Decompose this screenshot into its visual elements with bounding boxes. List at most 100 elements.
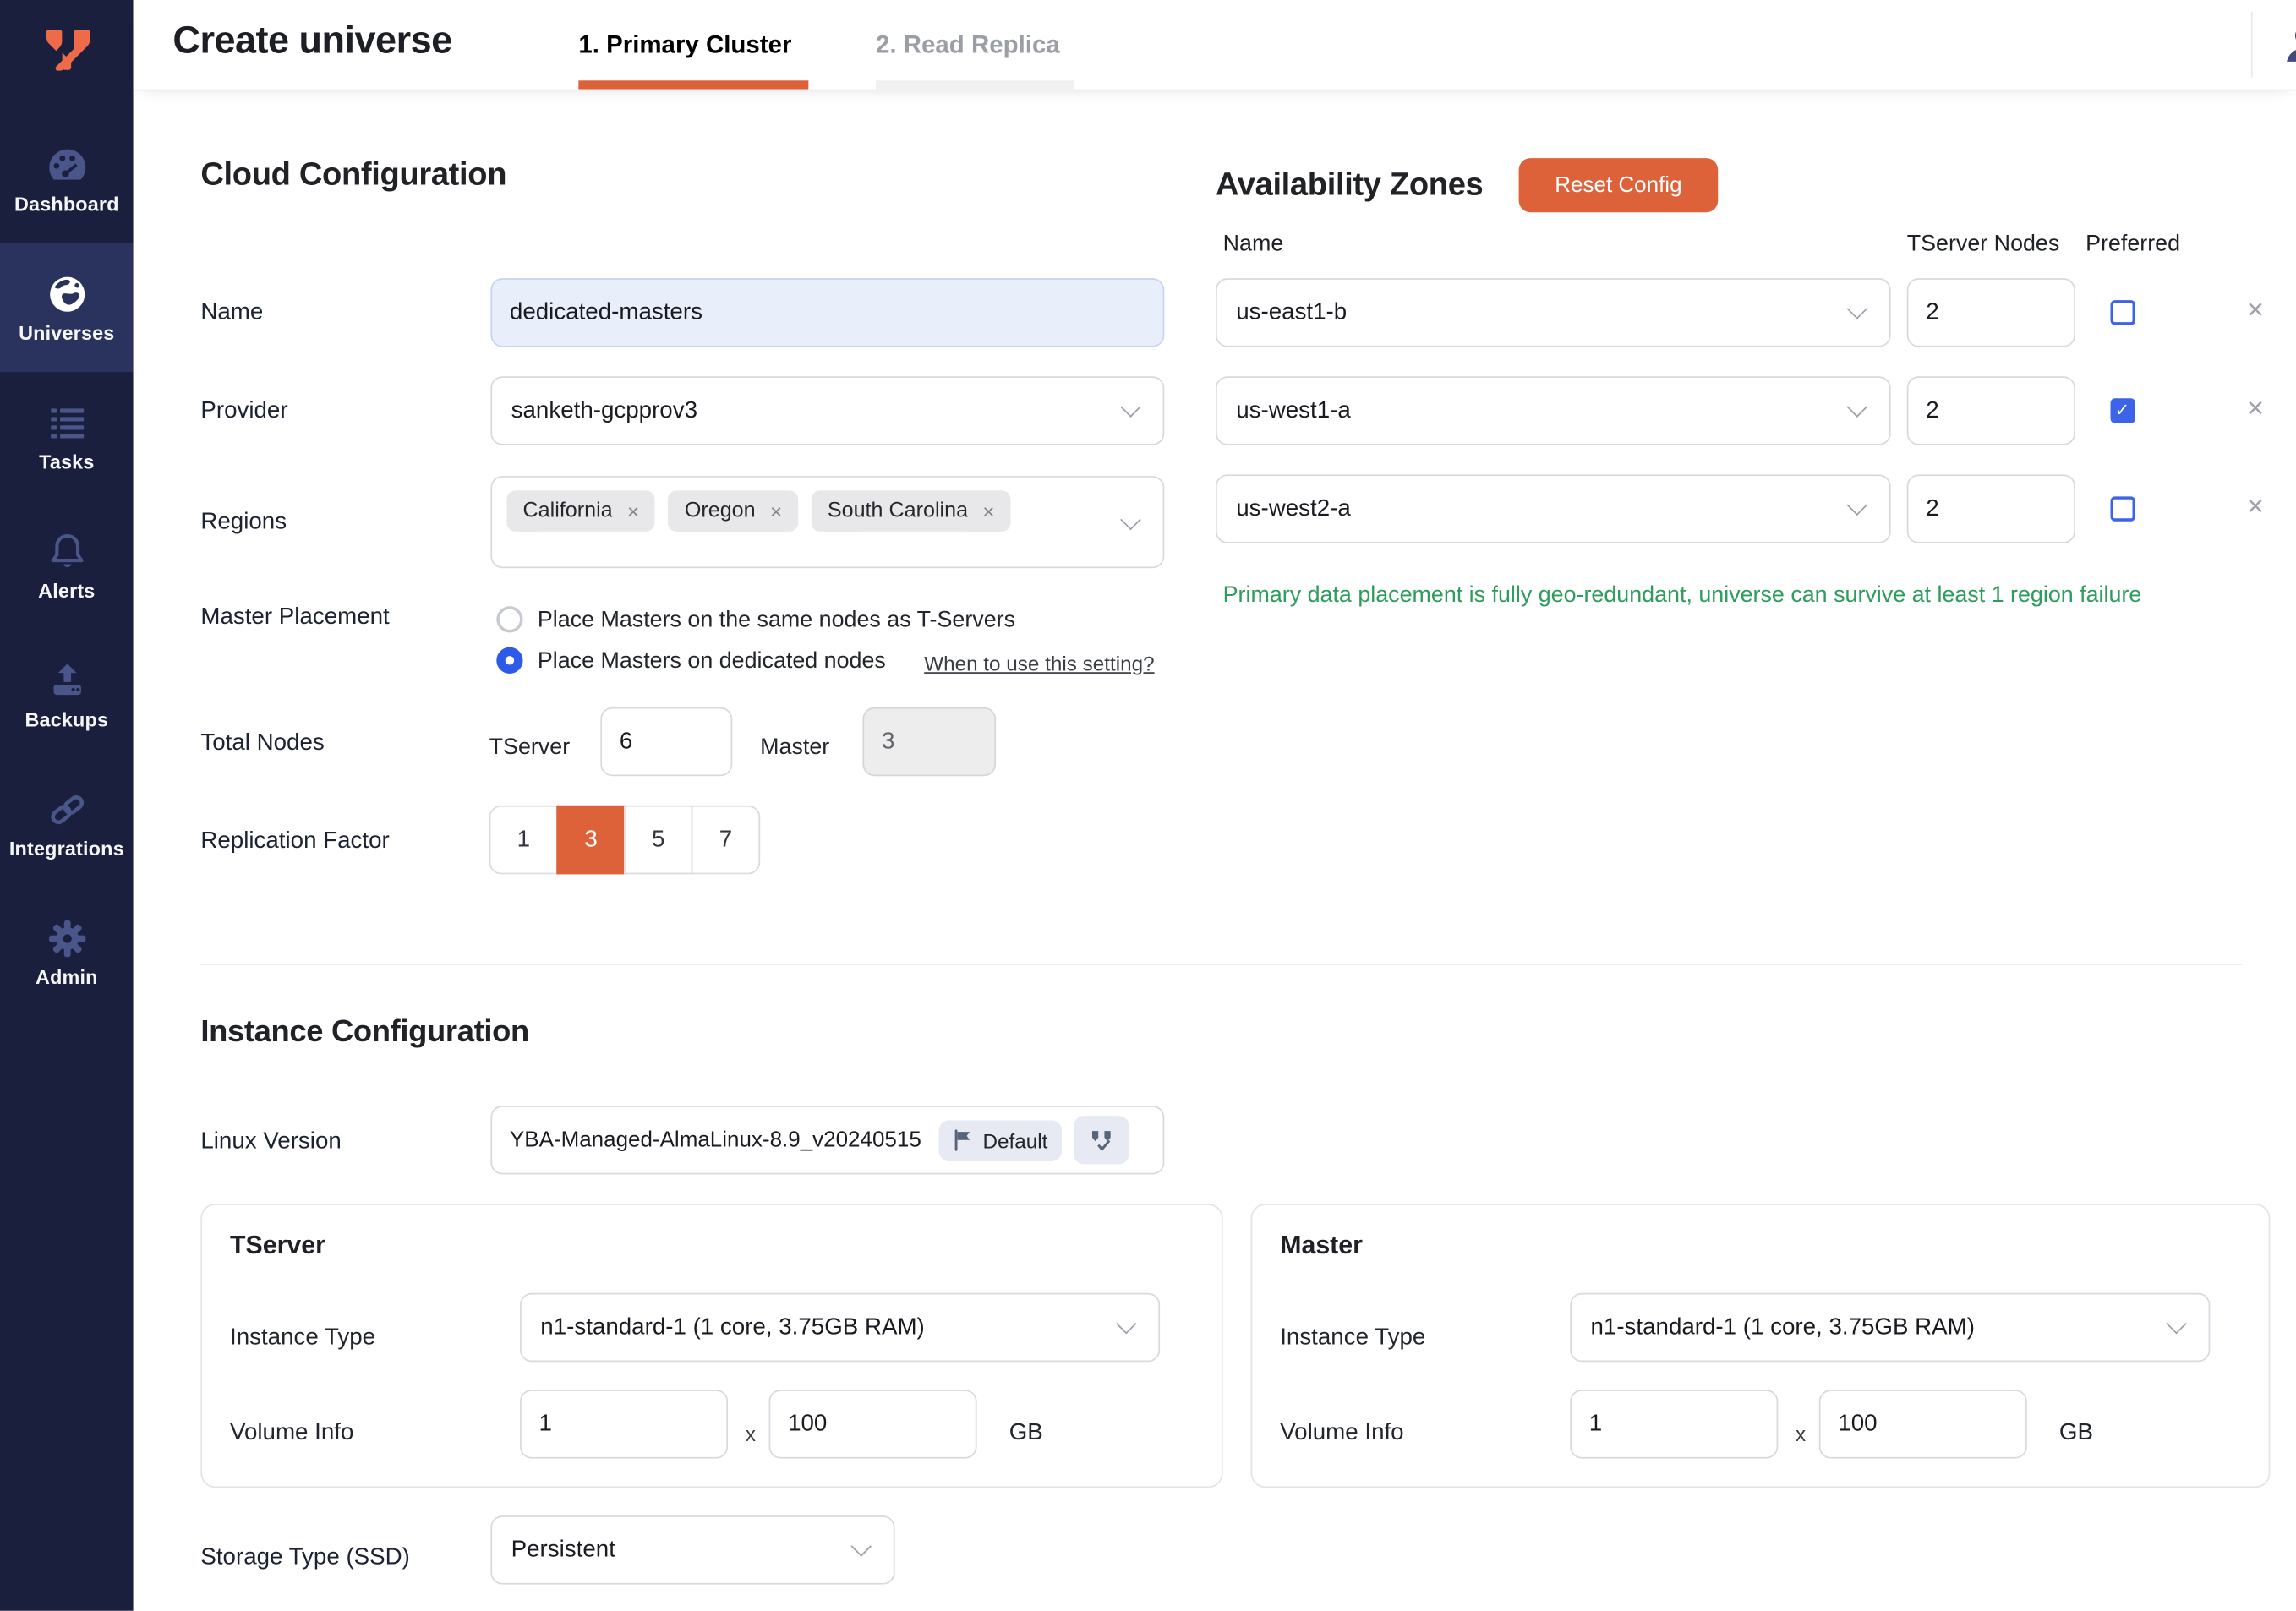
- linux-version-select[interactable]: YBA-Managed-AlmaLinux-8.9_v20240515 Defa…: [490, 1106, 1164, 1174]
- sidebar: Dashboard Universes: [0, 0, 134, 1611]
- chain-link-icon: [43, 786, 90, 833]
- az-select-row-2[interactable]: us-west1-a: [1216, 376, 1891, 445]
- sidebar-item-integrations[interactable]: Integrations: [0, 758, 134, 887]
- sidebar-item-universes[interactable]: Universes: [0, 243, 134, 372]
- sidebar-item-backups[interactable]: Backups: [0, 630, 134, 758]
- rf-option-1[interactable]: 1: [489, 806, 558, 874]
- az-preferred-checkbox-row-1[interactable]: [2111, 300, 2135, 325]
- master-volume-count-input[interactable]: [1570, 1390, 1778, 1458]
- az-remove-icon-row-3[interactable]: [2242, 494, 2268, 520]
- rf-option-7[interactable]: 7: [692, 806, 760, 874]
- master-card-title: Master: [1280, 1230, 1363, 1260]
- chevron-down-icon: [1116, 1313, 1137, 1334]
- rf-option-5[interactable]: 5: [624, 806, 692, 874]
- default-badge: Default: [939, 1119, 1063, 1160]
- user-avatar-icon[interactable]: [2279, 19, 2296, 69]
- tab-active-indicator: [578, 80, 808, 89]
- tserver-card-title: TServer: [230, 1230, 325, 1260]
- tserver-count-label: TServer: [489, 735, 571, 762]
- replication-factor-group: 1 3 5 7: [489, 806, 761, 874]
- region-chip-label: Oregon: [685, 500, 756, 523]
- sidebar-nav: Dashboard Universes: [0, 114, 134, 1016]
- region-chip: South Carolina ×: [812, 490, 1011, 532]
- volume-info-label: Volume Info: [1280, 1421, 1403, 1447]
- reset-config-button[interactable]: Reset Config: [1519, 158, 1719, 212]
- rf-option-3[interactable]: 3: [556, 806, 625, 874]
- remove-region-icon[interactable]: ×: [627, 500, 639, 523]
- instance-type-label: Instance Type: [230, 1325, 375, 1352]
- storage-type-label: Storage Type (SSD): [200, 1545, 410, 1571]
- tab-primary-cluster[interactable]: 1. Primary Cluster: [578, 0, 791, 90]
- chevron-down-icon: [1847, 396, 1868, 418]
- az-select-row-3[interactable]: us-west2-a: [1216, 474, 1891, 543]
- chevron-down-icon: [850, 1535, 872, 1556]
- yugabyte-logo[interactable]: [0, 8, 134, 90]
- create-universe-page: Dashboard Universes: [0, 0, 2296, 1611]
- yugabyte-managed-icon[interactable]: [1074, 1116, 1130, 1164]
- radio-masters-dedicated-nodes-label: Place Masters on dedicated nodes: [538, 648, 886, 674]
- az-nodes-input-row-1[interactable]: [1907, 278, 2075, 347]
- master-instance-type-select[interactable]: n1-standard-1 (1 core, 3.75GB RAM): [1570, 1293, 2210, 1362]
- remove-region-icon[interactable]: ×: [770, 500, 782, 523]
- cloud-config-heading: Cloud Configuration: [200, 156, 506, 194]
- instance-type-label: Instance Type: [1280, 1325, 1425, 1352]
- sidebar-item-label: Tasks: [39, 451, 94, 473]
- region-chip-label: South Carolina: [828, 500, 968, 523]
- az-preferred-checkbox-row-3[interactable]: [2111, 496, 2135, 521]
- tab-read-replica[interactable]: 2. Read Replica: [876, 0, 1060, 90]
- when-to-use-link[interactable]: When to use this setting?: [924, 652, 1154, 675]
- instance-config-heading: Instance Configuration: [200, 1015, 529, 1051]
- upload-backup-icon: [45, 658, 89, 704]
- remove-region-icon[interactable]: ×: [982, 500, 994, 523]
- az-col-name: Name: [1223, 232, 1284, 258]
- az-remove-icon-row-2[interactable]: [2242, 396, 2268, 422]
- task-list-icon: [45, 400, 89, 446]
- regions-label: Regions: [200, 510, 287, 536]
- master-count-label: Master: [760, 735, 829, 762]
- sidebar-item-admin[interactable]: Admin: [0, 887, 134, 1016]
- volume-multiplier: x: [746, 1422, 756, 1445]
- tserver-nodes-input[interactable]: [600, 707, 732, 776]
- bell-icon: [45, 528, 89, 575]
- az-remove-icon-row-1[interactable]: [2242, 298, 2268, 324]
- chevron-down-icon: [2166, 1313, 2187, 1334]
- universe-name-input[interactable]: [490, 278, 1164, 347]
- sidebar-item-label: Integrations: [9, 838, 124, 860]
- sidebar-item-label: Admin: [36, 966, 98, 988]
- volume-multiplier: x: [1796, 1422, 1806, 1445]
- linux-version-value: YBA-Managed-AlmaLinux-8.9_v20240515: [510, 1128, 921, 1152]
- storage-type-select[interactable]: Persistent: [490, 1515, 894, 1584]
- radio-masters-dedicated-nodes[interactable]: [496, 647, 522, 674]
- region-chip-label: California: [523, 500, 613, 523]
- master-instance-type-value: n1-standard-1 (1 core, 3.75GB RAM): [1590, 1314, 1975, 1341]
- az-preferred-checkbox-row-2[interactable]: [2111, 398, 2135, 423]
- storage-type-value: Persistent: [511, 1537, 615, 1563]
- master-volume-size-input[interactable]: [1819, 1390, 2027, 1458]
- regions-multiselect[interactable]: California × Oregon × South Carolina ×: [490, 476, 1164, 568]
- tserver-instance-type-value: n1-standard-1 (1 core, 3.75GB RAM): [540, 1314, 925, 1341]
- az-select-row-1[interactable]: us-east1-b: [1216, 278, 1891, 347]
- sidebar-item-dashboard[interactable]: Dashboard: [0, 114, 134, 243]
- az-nodes-input-row-3[interactable]: [1907, 474, 2075, 543]
- sidebar-item-alerts[interactable]: Alerts: [0, 501, 134, 630]
- page-header: Create universe 1. Primary Cluster 2. Re…: [134, 0, 2296, 90]
- tserver-volume-count-input[interactable]: [520, 1390, 728, 1458]
- az-nodes-input-row-2[interactable]: [1907, 376, 2075, 445]
- sidebar-item-tasks[interactable]: Tasks: [0, 372, 134, 500]
- az-name: us-west2-a: [1236, 495, 1351, 522]
- chevron-down-icon: [1120, 396, 1141, 418]
- provider-select[interactable]: sanketh-gcpprov3: [490, 376, 1164, 445]
- availability-zones-heading: Availability Zones: [1216, 166, 1483, 204]
- volume-unit-label: GB: [2059, 1421, 2093, 1447]
- region-chips: California × Oregon × South Carolina ×: [492, 478, 1162, 545]
- chevron-down-icon: [1847, 494, 1868, 516]
- total-nodes-label: Total Nodes: [200, 731, 324, 757]
- tserver-instance-type-select[interactable]: n1-standard-1 (1 core, 3.75GB RAM): [520, 1293, 1160, 1362]
- replication-factor-label: Replication Factor: [200, 829, 389, 855]
- region-chip: Oregon ×: [669, 490, 798, 532]
- radio-masters-same-nodes[interactable]: [496, 606, 522, 632]
- globe-icon: [45, 271, 89, 318]
- yugabyte-y-icon: [35, 18, 99, 82]
- tserver-volume-size-input[interactable]: [769, 1390, 977, 1458]
- linux-version-label: Linux Version: [200, 1129, 341, 1155]
